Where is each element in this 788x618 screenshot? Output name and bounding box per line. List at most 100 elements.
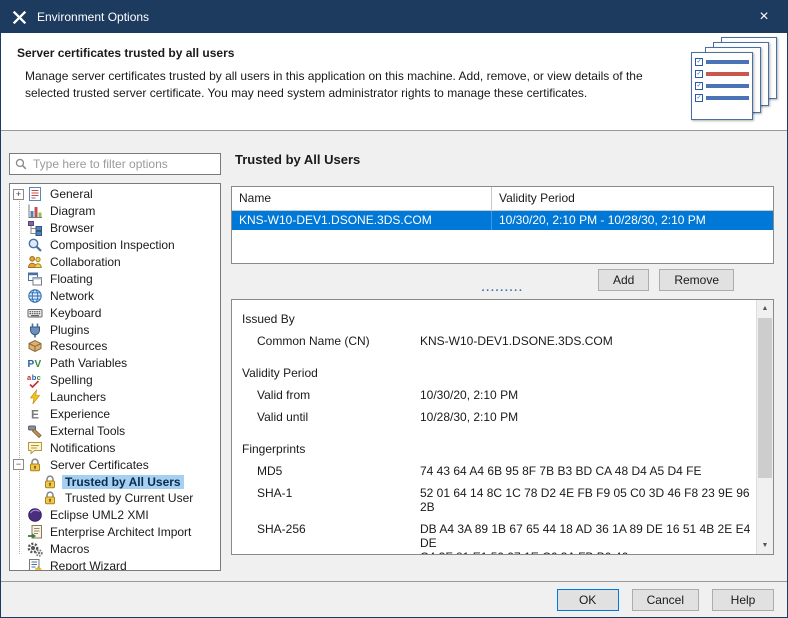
column-header-validity-period[interactable]: Validity Period [492, 187, 773, 210]
header-banner: Server certificates trusted by all users… [1, 33, 787, 131]
tree-item-label: Diagram [47, 204, 98, 218]
tree-item-notifications[interactable]: Notifications [13, 439, 220, 456]
tree-spacer [13, 257, 24, 268]
tree-item-launchers[interactable]: Launchers [13, 389, 220, 406]
checkbox-icon: ✓ [695, 58, 703, 66]
vertical-scrollbar[interactable]: ▲ ▼ [756, 300, 773, 554]
tree-item-collaboration[interactable]: Collaboration [13, 254, 220, 271]
keyboard-icon [27, 305, 43, 321]
illustration-row: ✓ [695, 94, 749, 102]
tree-item-label: Browser [47, 221, 97, 235]
external-tools-icon [27, 423, 43, 439]
help-button[interactable]: Help [712, 589, 774, 611]
tree-item-network[interactable]: Network [13, 287, 220, 304]
ok-button[interactable]: OK [557, 589, 619, 611]
tree-item-resources[interactable]: Resources [13, 338, 220, 355]
lock-icon [42, 474, 58, 490]
tree-item-label: Composition Inspection [47, 238, 178, 252]
text-line [706, 84, 749, 88]
detail-field-sha-1: SHA-152 01 64 14 8C 1C 78 D2 4E FB F9 05… [242, 486, 756, 514]
network-icon [27, 288, 43, 304]
detail-field-md5: MD574 43 64 A4 6B 95 8F 7B B3 BD CA 48 D… [242, 464, 756, 478]
close-button[interactable]: × [741, 1, 787, 33]
tree-item-floating[interactable]: Floating [13, 270, 220, 287]
tree-item-keyboard[interactable]: Keyboard [13, 304, 220, 321]
detail-section-title: Validity Period [242, 366, 756, 380]
tree-item-label: Report Wizard [47, 559, 130, 571]
detail-field-label: MD5 [257, 464, 420, 478]
tree-item-composition-inspection[interactable]: Composition Inspection [13, 237, 220, 254]
tree-item-report-wizard[interactable]: Report Wizard [13, 558, 220, 571]
options-sidebar: +GeneralDiagram Browser Composition Inspec… [9, 153, 221, 571]
table-row[interactable]: KNS-W10-DEV1.DSONE.3DS.COM10/30/20, 2:10… [232, 211, 773, 230]
scrollbar-thumb[interactable] [758, 318, 772, 478]
details-panel: Issued ByCommon Name (CN)KNS-W10-DEV1.DS… [231, 299, 774, 555]
browser-icon [27, 220, 43, 236]
tree-item-eclipse-uml2-xmi[interactable]: Eclipse UML2 XMI [13, 507, 220, 524]
tree-item-server-certificates[interactable]: − Server Certificates [13, 456, 220, 473]
tree-spacer [13, 392, 24, 403]
tree-spacer [13, 425, 24, 436]
window-title: Environment Options [37, 10, 149, 24]
detail-field-label: SHA-1 [257, 486, 420, 514]
tree-item-label: Path Variables [47, 356, 130, 370]
illustration-row: ✓ [695, 70, 749, 78]
filter-options-box[interactable] [9, 153, 221, 175]
tree-item-diagram[interactable]: Diagram [13, 203, 220, 220]
title-bar[interactable]: Environment Options × [1, 1, 787, 33]
detail-field-value: 10/30/20, 2:10 PM [420, 388, 756, 402]
resources-icon [27, 338, 43, 354]
detail-section-issued-by: Issued ByCommon Name (CN)KNS-W10-DEV1.DS… [242, 312, 756, 348]
tree-item-plugins[interactable]: Plugins [13, 321, 220, 338]
tree-spacer [13, 544, 24, 555]
detail-field-valid-until: Valid until10/28/30, 2:10 PM [242, 410, 756, 424]
options-tree: +GeneralDiagram Browser Composition Inspec… [9, 183, 221, 571]
eclipse-uml2-icon [27, 507, 43, 523]
tree-spacer [13, 358, 24, 369]
svg-text:E: E [31, 408, 39, 422]
tree-item-label: Keyboard [47, 306, 104, 320]
tree-item-browser[interactable]: Browser [13, 220, 220, 237]
tree-spacer [13, 240, 24, 251]
collapse-icon[interactable]: − [13, 459, 24, 470]
tree-item-experience[interactable]: EExperience [13, 406, 220, 423]
tree-item-external-tools[interactable]: External Tools [13, 422, 220, 439]
scroll-up-icon[interactable]: ▲ [757, 300, 773, 317]
tree-spacer [13, 442, 24, 453]
certificates-illustration: ✓ ✓ ✓ ✓ [675, 37, 777, 123]
certificates-table: Name Validity Period KNS-W10-DEV1.DSONE.… [231, 186, 774, 264]
floating-icon [27, 271, 43, 287]
main-content: +GeneralDiagram Browser Composition Inspec… [1, 131, 787, 581]
app-logo-icon [11, 9, 28, 26]
scroll-down-icon[interactable]: ▼ [757, 537, 773, 554]
tree-item-trusted-by-current-user[interactable]: Trusted by Current User [13, 490, 220, 507]
panel-title: Trusted by All Users [235, 152, 360, 167]
tree-item-general[interactable]: +General [13, 186, 220, 203]
detail-field-sha-256: SHA-256DB A4 3A 89 1B 67 65 44 18 AD 36 … [242, 522, 756, 554]
tree-item-label: Server Certificates [47, 458, 152, 472]
macros-icon [27, 541, 43, 557]
illustration-row: ✓ [695, 82, 749, 90]
filter-input[interactable] [33, 157, 216, 171]
tree-item-label: Resources [47, 339, 110, 353]
tree-item-enterprise-architect-import[interactable]: Enterprise Architect Import [13, 524, 220, 541]
tree-spacer [13, 324, 24, 335]
splitter-handle[interactable]: ········· [231, 286, 774, 296]
tree-item-label: Spelling [47, 373, 96, 387]
tree-item-macros[interactable]: Macros [13, 541, 220, 558]
tree-item-path-variables[interactable]: PVPath Variables [13, 355, 220, 372]
expand-icon[interactable]: + [13, 189, 24, 200]
detail-field-value: 74 43 64 A4 6B 95 8F 7B B3 BD CA 48 D4 A… [420, 464, 756, 478]
cancel-button[interactable]: Cancel [632, 589, 699, 611]
tree-spacer [13, 341, 24, 352]
detail-section-fingerprints: FingerprintsMD574 43 64 A4 6B 95 8F 7B B… [242, 442, 756, 554]
checkbox-icon: ✓ [695, 82, 703, 90]
tree-item-spelling[interactable]: abcSpelling [13, 372, 220, 389]
column-header-name[interactable]: Name [232, 187, 492, 210]
detail-field-label: Valid until [257, 410, 420, 424]
tree-item-trusted-by-all-users[interactable]: Trusted by All Users [13, 473, 220, 490]
svg-text:P: P [28, 359, 35, 370]
close-icon: × [759, 9, 768, 25]
tree-item-label: Plugins [47, 323, 92, 337]
tree-spacer [13, 527, 24, 538]
